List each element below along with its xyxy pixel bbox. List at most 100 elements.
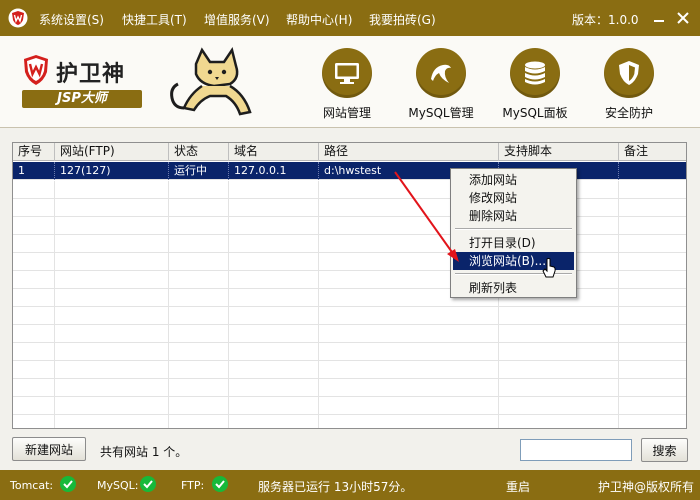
empty-cell xyxy=(229,397,319,415)
cell-domain: 127.0.0.1 xyxy=(229,162,319,180)
mysql-ok-icon xyxy=(140,476,156,492)
empty-cell xyxy=(55,181,169,199)
col-site[interactable]: 网站(FTP) xyxy=(55,143,169,161)
empty-cell xyxy=(319,307,499,325)
empty-cell xyxy=(13,199,55,217)
empty-cell xyxy=(169,379,229,397)
menu-bar: 系统设置(S) 快捷工具(T) 增值服务(V) 帮助中心(H) 我要拍砖(G) … xyxy=(0,0,700,36)
ctx-open-directory[interactable]: 打开目录(D) xyxy=(453,234,574,252)
site-table[interactable]: 序号 网站(FTP) 状态 域名 路径 支持脚本 备注 1 127(127) 运… xyxy=(12,142,687,429)
tool-security[interactable]: 安全防护 xyxy=(584,48,674,122)
ctx-separator xyxy=(455,273,572,275)
tool-site-management-circle xyxy=(322,48,372,98)
empty-cell xyxy=(55,343,169,361)
empty-cell xyxy=(499,397,619,415)
menu-value-added[interactable]: 增值服务(V) xyxy=(204,11,270,28)
empty-table-row xyxy=(13,397,686,415)
menu-quick-tools[interactable]: 快捷工具(T) xyxy=(122,11,187,28)
empty-cell xyxy=(13,325,55,343)
col-script[interactable]: 支持脚本 xyxy=(499,143,619,161)
empty-table-row xyxy=(13,379,686,397)
ctx-refresh-list[interactable]: 刷新列表 xyxy=(453,279,574,297)
empty-cell xyxy=(619,343,686,361)
tool-site-management[interactable]: 网站管理 xyxy=(302,48,392,122)
empty-cell xyxy=(55,379,169,397)
empty-cell xyxy=(55,271,169,289)
search-input[interactable] xyxy=(520,439,632,461)
version-label: 版本：1.0.0 xyxy=(572,13,639,27)
col-domain[interactable]: 域名 xyxy=(229,143,319,161)
empty-cell xyxy=(13,361,55,379)
empty-table-row xyxy=(13,253,686,271)
empty-cell xyxy=(619,307,686,325)
empty-cell xyxy=(229,379,319,397)
empty-table-row xyxy=(13,181,686,199)
empty-cell xyxy=(619,217,686,235)
tomcat-status-label: Tomcat: xyxy=(10,479,54,492)
empty-table-row xyxy=(13,307,686,325)
empty-cell xyxy=(229,217,319,235)
empty-cell xyxy=(13,217,55,235)
site-count-text: 共有网站 1 个。 xyxy=(100,445,188,459)
empty-cell xyxy=(13,253,55,271)
empty-cell xyxy=(229,253,319,271)
empty-cell xyxy=(169,289,229,307)
empty-cell xyxy=(13,235,55,253)
uptime-text: 服务器已运行 13小时57分。 xyxy=(258,480,413,494)
empty-cell xyxy=(229,361,319,379)
ctx-browse-site[interactable]: 浏览网站(B)... xyxy=(453,252,574,270)
ctx-add-site[interactable]: 添加网站 xyxy=(453,171,574,189)
tool-site-management-label: 网站管理 xyxy=(322,106,371,120)
col-status[interactable]: 状态 xyxy=(169,143,229,161)
ctx-edit-site[interactable]: 修改网站 xyxy=(453,189,574,207)
empty-cell xyxy=(229,307,319,325)
mysql-status-label: MySQL: xyxy=(97,479,139,492)
cell-index: 1 xyxy=(13,162,55,180)
empty-cell xyxy=(499,343,619,361)
menu-help-center[interactable]: 帮助中心(H) xyxy=(286,11,352,28)
status-bar: Tomcat: MySQL: FTP: 服务器已运行 13小时57分。 重启 护… xyxy=(0,470,700,500)
tool-mysql-management[interactable]: MySQL管理 xyxy=(396,48,486,122)
brand-badge: JSP大师 xyxy=(22,90,142,108)
empty-cell xyxy=(229,289,319,307)
empty-cell xyxy=(619,415,686,428)
empty-cell xyxy=(13,271,55,289)
tool-security-circle xyxy=(604,48,654,98)
minimize-icon[interactable] xyxy=(650,9,668,27)
tool-mysql-panel[interactable]: MySQL面板 xyxy=(490,48,580,122)
empty-cell xyxy=(229,181,319,199)
new-site-button[interactable]: 新建网站 xyxy=(12,437,86,461)
empty-cell xyxy=(319,379,499,397)
menu-feedback[interactable]: 我要拍砖(G) xyxy=(369,11,436,28)
search-button[interactable]: 搜索 xyxy=(641,438,688,462)
empty-cell xyxy=(499,325,619,343)
close-icon[interactable] xyxy=(674,9,692,27)
empty-cell xyxy=(55,199,169,217)
copyright-text: 护卫神@版权所有 xyxy=(598,480,695,494)
col-note[interactable]: 备注 xyxy=(619,143,686,161)
ctx-separator xyxy=(455,228,572,230)
empty-cell xyxy=(169,199,229,217)
empty-cell xyxy=(619,235,686,253)
tomcat-logo-icon xyxy=(170,46,252,116)
empty-table-row xyxy=(13,289,686,307)
empty-cell xyxy=(499,415,619,428)
empty-cell xyxy=(229,415,319,428)
col-path[interactable]: 路径 xyxy=(319,143,499,161)
menu-system-settings[interactable]: 系统设置(S) xyxy=(39,11,104,28)
empty-cell xyxy=(169,307,229,325)
empty-cell xyxy=(229,199,319,217)
empty-cell xyxy=(55,415,169,428)
col-index[interactable]: 序号 xyxy=(13,143,55,161)
cell-site: 127(127) xyxy=(55,162,169,180)
brand-shield-icon xyxy=(24,55,48,85)
table-row[interactable]: 1 127(127) 运行中 127.0.0.1 d:\hwstest xyxy=(13,162,686,180)
ftp-ok-icon xyxy=(212,476,228,492)
empty-cell xyxy=(13,343,55,361)
app-logo-icon xyxy=(8,8,28,28)
restart-link[interactable]: 重启 xyxy=(506,478,530,495)
empty-cell xyxy=(169,343,229,361)
context-menu: 添加网站 修改网站 删除网站 打开目录(D) 浏览网站(B)... 刷新列表 xyxy=(450,168,577,298)
tool-mysql-panel-label: MySQL面板 xyxy=(502,106,568,120)
ctx-delete-site[interactable]: 删除网站 xyxy=(453,207,574,225)
